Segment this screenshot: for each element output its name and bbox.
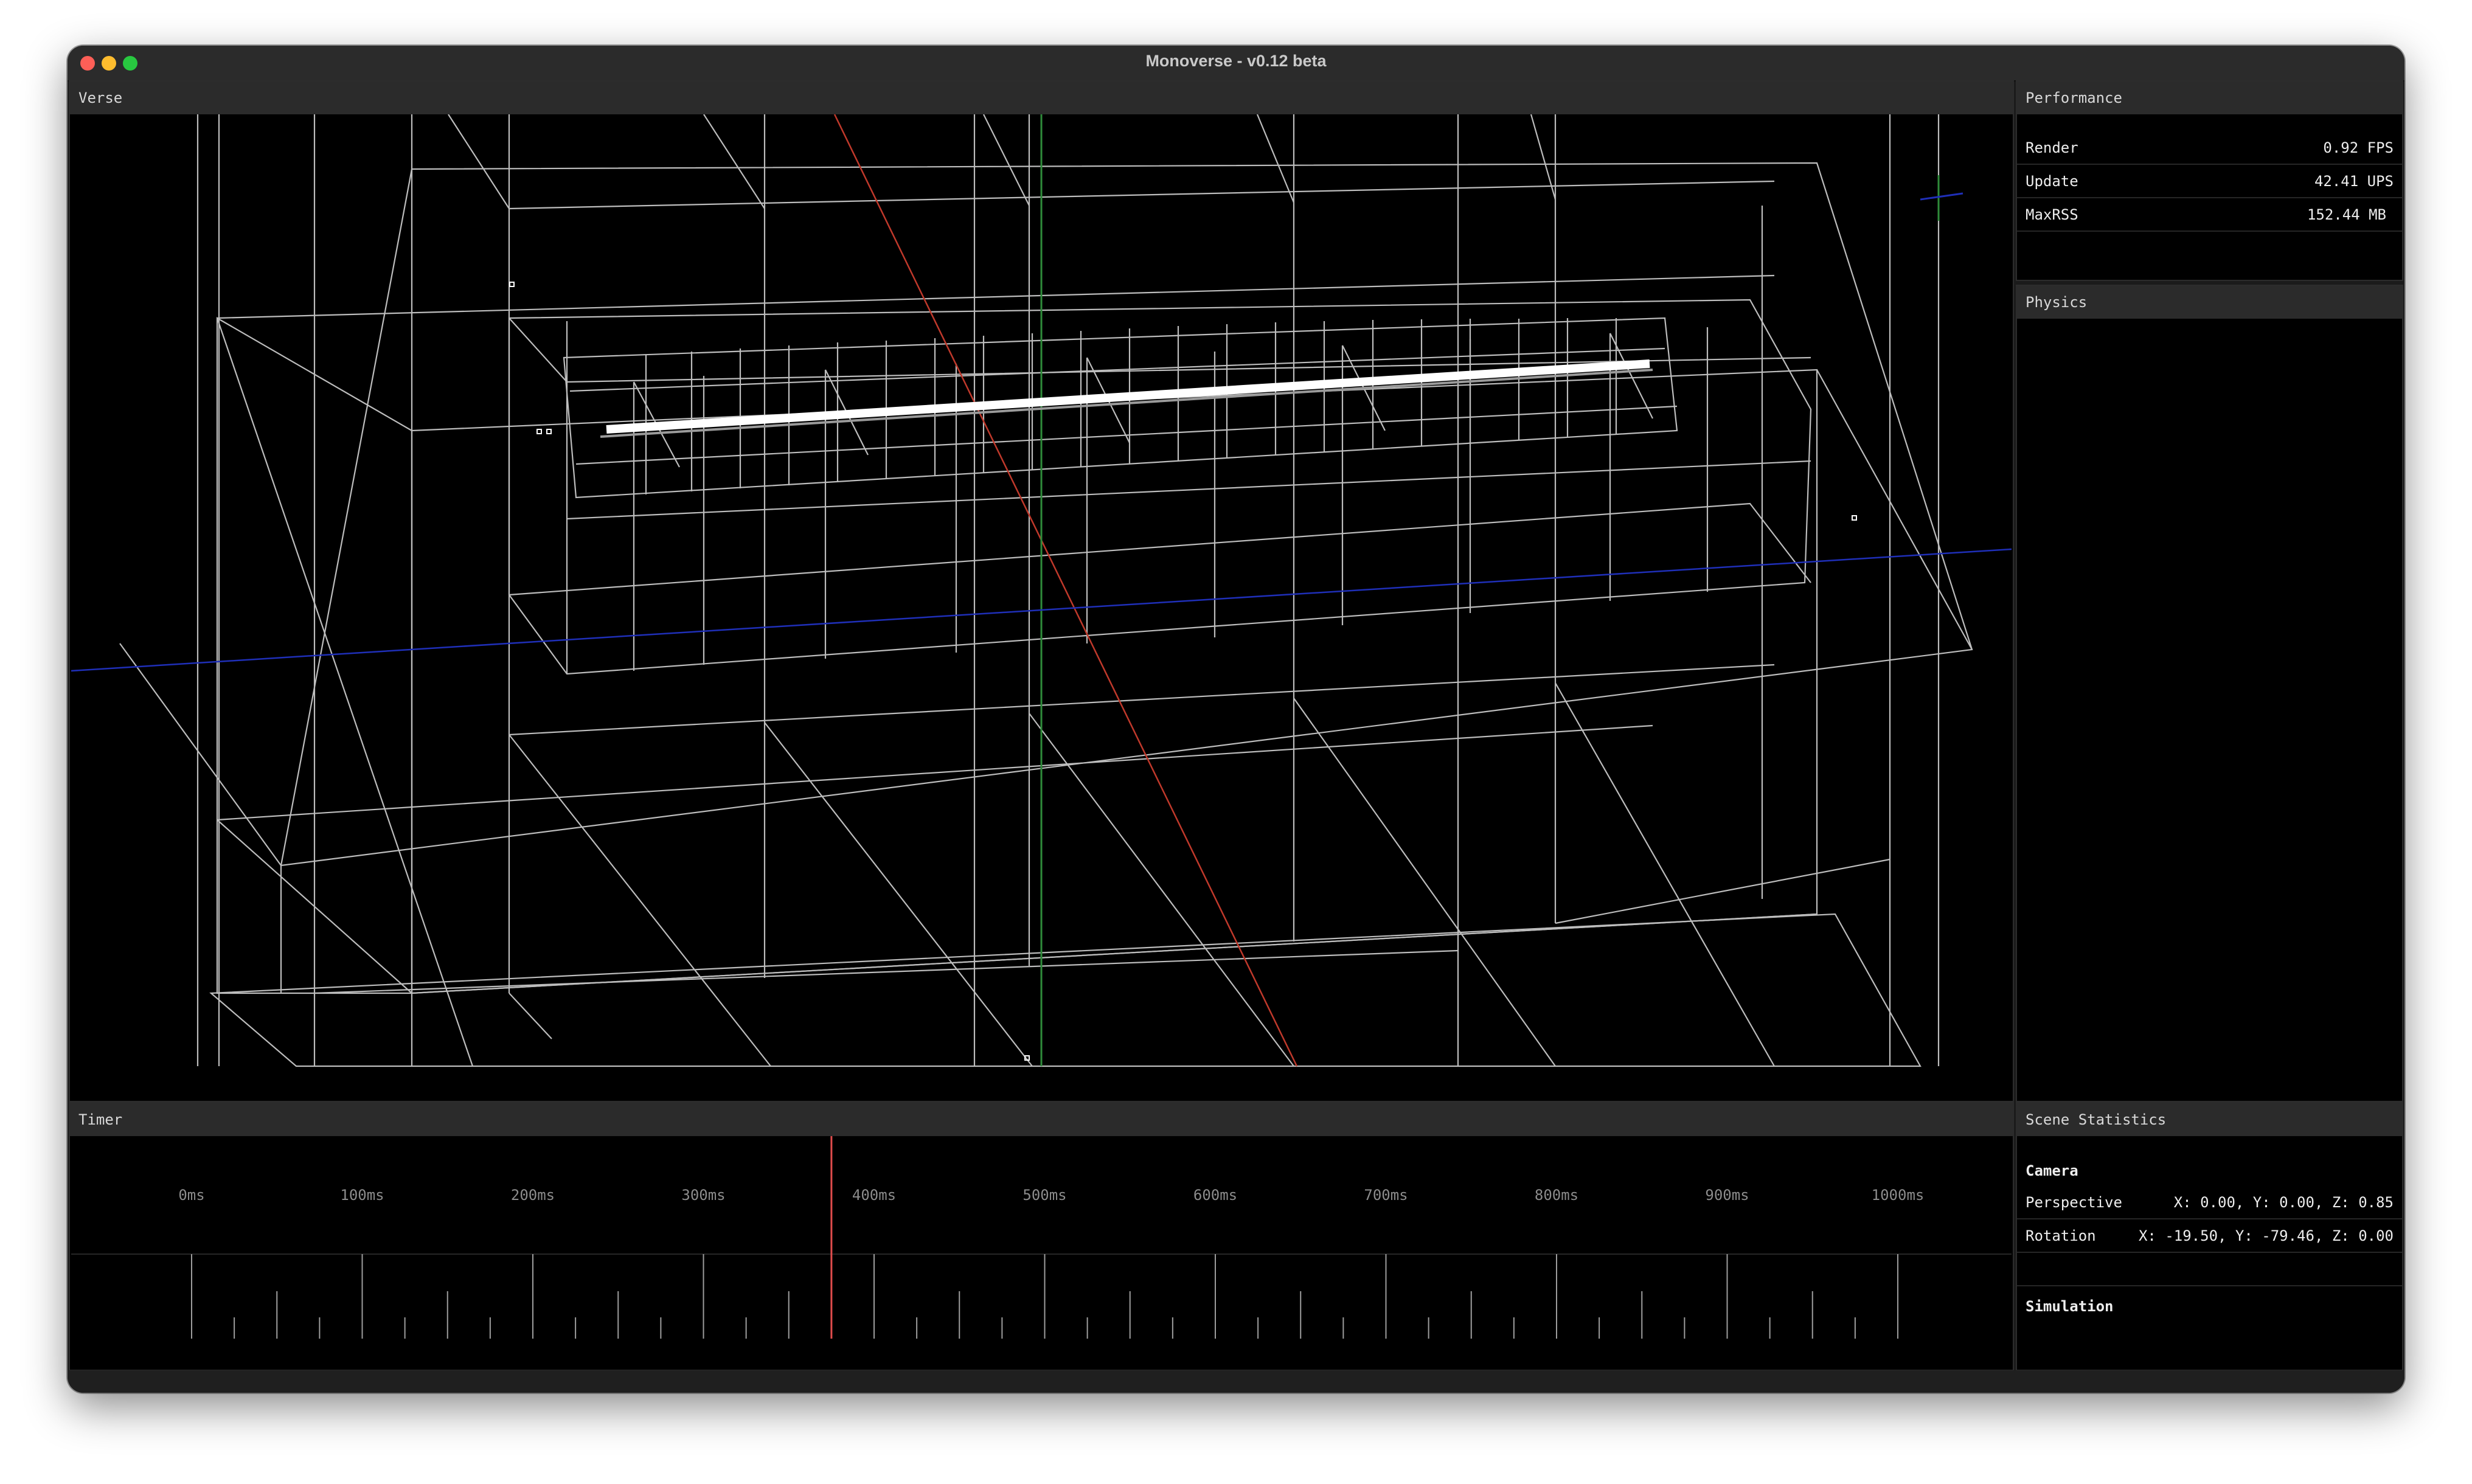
grid-line xyxy=(119,643,282,993)
grid-line xyxy=(217,274,1775,319)
window-title: Monoverse - v0.12 beta xyxy=(1145,52,1327,70)
x-axis-line xyxy=(833,114,1298,1067)
grid-line xyxy=(314,949,1459,994)
timer-tick-label: 1000ms xyxy=(1872,1187,1925,1204)
simulation-section-title: Simulation xyxy=(2026,1298,2114,1315)
timer-tick-label: 300ms xyxy=(681,1187,725,1204)
particle-rod xyxy=(606,359,1650,434)
title-bar[interactable]: Monoverse - v0.12 beta xyxy=(68,46,2404,81)
timer-tick-label: 500ms xyxy=(1022,1187,1066,1204)
render-stat-row: Render 0.92 FPS xyxy=(2017,132,2402,165)
update-label: Update xyxy=(2026,173,2078,190)
core-box xyxy=(563,317,1678,499)
update-value: 42.41 UPS xyxy=(2314,173,2394,190)
maxrss-stat-row: MaxRSS 152.44 MB xyxy=(2017,199,2402,232)
timer-tick-label: 900ms xyxy=(1705,1187,1749,1204)
timer-tick-label: 800ms xyxy=(1535,1187,1578,1204)
timer-panel: Timer 0ms 100ms 200ms 300ms 400ms 500ms 600ms 7… xyxy=(69,1102,2014,1371)
timer-tick-label: 600ms xyxy=(1193,1187,1237,1204)
physics-panel: Physics xyxy=(2016,285,2403,1102)
render-value: 0.92 FPS xyxy=(2323,139,2394,156)
verse-panel-header: Verse xyxy=(70,81,2013,114)
rotation-stat-row: Rotation X: -19.50, Y: -79.46, Z: 0.00 xyxy=(2017,1220,2402,1253)
grid-line xyxy=(1555,682,1775,1067)
grid-line xyxy=(1555,858,1890,924)
grid-line xyxy=(983,114,1030,206)
timer-tick-label: 700ms xyxy=(1364,1187,1408,1204)
verse-viewport[interactable] xyxy=(71,114,2012,1100)
grid-line xyxy=(703,114,765,209)
performance-panel-header: Performance xyxy=(2017,81,2402,114)
grid-line xyxy=(575,405,1678,465)
scene-statistics-panel: Scene Statistics Camera Perspective X: 0… xyxy=(2016,1102,2403,1371)
window-bottom-strip xyxy=(68,1370,2404,1393)
maxrss-value: 152.44 MB xyxy=(2307,206,2386,223)
grid-line xyxy=(217,724,1653,821)
physics-panel-header: Physics xyxy=(2017,286,2402,319)
grid-line xyxy=(509,734,771,1067)
app-window: Monoverse - v0.12 beta Verse Performance… xyxy=(68,46,2404,1393)
grid-line xyxy=(448,114,510,209)
particle xyxy=(536,429,542,434)
perspective-stat-row: Perspective X: 0.00, Y: 0.00, Z: 0.85 xyxy=(2017,1187,2402,1219)
timer-tick-label: 400ms xyxy=(852,1187,896,1204)
rotation-label: Rotation xyxy=(2026,1227,2096,1244)
grid-line xyxy=(509,180,1775,210)
particle-rod-outline xyxy=(600,369,1653,438)
camera-spacer-row xyxy=(2017,1253,2402,1286)
scene-statistics-panel-header: Scene Statistics xyxy=(2017,1103,2402,1136)
grid-line xyxy=(509,993,552,1039)
perspective-label: Perspective xyxy=(2026,1194,2122,1211)
maxrss-label: MaxRSS xyxy=(2026,206,2078,223)
gizmo-z-axis xyxy=(1920,192,1963,201)
particle xyxy=(546,429,552,434)
render-label: Render xyxy=(2026,139,2078,156)
rotation-value: X: -19.50, Y: -79.46, Z: 0.00 xyxy=(2138,1227,2394,1244)
update-stat-row: Update 42.41 UPS xyxy=(2017,165,2402,198)
camera-section-title: Camera xyxy=(2026,1162,2078,1179)
grid-line xyxy=(1029,713,1294,1067)
timer-track[interactable]: 0ms 100ms 200ms 300ms 400ms 500ms 600ms 700ms 80… xyxy=(71,1136,2012,1370)
timer-panel-header: Timer xyxy=(70,1103,2013,1136)
verse-panel: Verse xyxy=(69,80,2014,1102)
grid-line xyxy=(1816,369,1973,650)
grid-line xyxy=(411,369,1818,994)
grid-line xyxy=(1293,698,1556,1067)
timer-tick-label: 100ms xyxy=(340,1187,384,1204)
particle xyxy=(1852,515,1857,521)
grid-line xyxy=(1256,114,1295,203)
timer-tick-label: 0ms xyxy=(178,1187,204,1204)
particle xyxy=(509,282,515,287)
grid-line xyxy=(216,317,474,1067)
timer-tick-label: 200ms xyxy=(511,1187,555,1204)
grid-line xyxy=(509,664,1775,736)
performance-panel: Performance Render 0.92 FPS Update 42.41… xyxy=(2016,80,2403,281)
perspective-value: X: 0.00, Y: 0.00, Z: 0.85 xyxy=(2173,1194,2394,1211)
grid-line xyxy=(566,460,1811,520)
